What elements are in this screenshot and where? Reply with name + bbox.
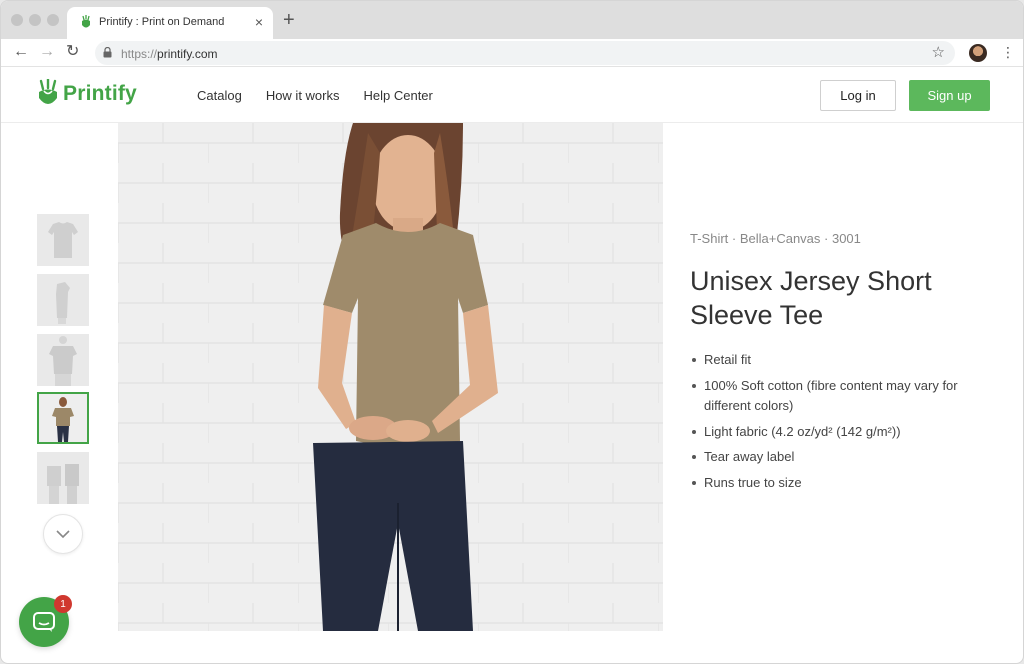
browser-menu-icon[interactable]: ⋮ — [1001, 43, 1015, 61]
maximize-window-dot[interactable] — [47, 14, 59, 26]
login-button[interactable]: Log in — [820, 80, 896, 111]
forward-icon[interactable]: → — [39, 42, 55, 62]
product-title: Unisex Jersey Short Sleeve Tee — [690, 266, 932, 330]
tee-side-image — [37, 274, 89, 326]
url-scheme: https:// — [121, 47, 158, 61]
feature-item: Light fabric (4.2 oz/yd² (142 g/m²)) — [692, 422, 1000, 443]
chevron-down-icon — [56, 529, 70, 538]
printify-logo-icon — [39, 79, 57, 104]
product-meta: T-Shirt · Bella+Canvas · 3001 — [690, 231, 861, 246]
thumbnail-side-tee[interactable] — [37, 274, 89, 326]
bookmark-star-icon[interactable]: ☆ — [932, 43, 945, 61]
browser-tab[interactable]: Printify : Print on Demand × — [67, 7, 273, 39]
chat-bubble-icon — [33, 612, 55, 632]
feature-item: Runs true to size — [692, 473, 1000, 494]
nav-help-center[interactable]: Help Center — [364, 88, 433, 103]
printify-favicon-icon — [82, 15, 90, 28]
reload-icon[interactable]: ↻ — [66, 42, 79, 62]
close-window-dot[interactable] — [11, 14, 23, 26]
feature-list: Retail fit 100% Soft cotton (fibre conte… — [690, 350, 1000, 493]
browser-window: Printify : Print on Demand × + ← → ↻ htt… — [0, 0, 1024, 664]
browser-toolbar: ← → ↻ https://printify.com ☆ ⋮ — [1, 39, 1023, 67]
new-tab-icon[interactable]: + — [283, 9, 295, 31]
back-icon[interactable]: ← — [13, 42, 29, 62]
profile-avatar[interactable] — [969, 44, 987, 62]
product-info: T-Shirt · Bella+Canvas · 3001 Unisex Jer… — [690, 231, 1000, 498]
site-header: Printify Catalog How it works Help Cente… — [1, 68, 1023, 123]
thumbnail-front-tee[interactable] — [37, 214, 89, 266]
tee-front-image — [37, 214, 89, 266]
nav-catalog[interactable]: Catalog — [197, 88, 242, 103]
tab-strip: Printify : Print on Demand × + — [1, 1, 1023, 39]
nav-how-it-works[interactable]: How it works — [266, 88, 340, 103]
thumbnails-scroll-down-button[interactable] — [43, 514, 83, 554]
main-nav: Catalog How it works Help Center — [197, 88, 457, 103]
address-bar[interactable]: https://printify.com ☆ — [95, 41, 955, 65]
tee-couple-image — [37, 452, 89, 504]
url-text: https://printify.com — [121, 47, 218, 61]
url-host: printify.com — [157, 47, 218, 61]
brand-name: Printify — [63, 82, 137, 105]
signup-button[interactable]: Sign up — [909, 80, 990, 111]
thumbnail-model-tee[interactable] — [37, 392, 89, 444]
tab-title: Printify : Print on Demand — [99, 16, 225, 28]
thumbnail-back-tee[interactable] — [37, 334, 89, 386]
feature-item: 100% Soft cotton (fibre content may vary… — [692, 376, 1000, 417]
product-main-image[interactable] — [118, 123, 663, 631]
tee-model-image — [39, 394, 87, 442]
close-tab-icon[interactable]: × — [255, 14, 263, 30]
printify-logo[interactable]: Printify — [37, 78, 137, 110]
tee-back-image — [37, 334, 89, 386]
thumbnail-couple-tee[interactable] — [37, 452, 89, 504]
lock-icon — [103, 47, 112, 58]
feature-item: Tear away label — [692, 447, 1000, 468]
feature-item: Retail fit — [692, 350, 1000, 371]
model-wearing-tee-image — [118, 123, 663, 631]
chat-notification-badge: 1 — [54, 595, 72, 613]
minimize-window-dot[interactable] — [29, 14, 41, 26]
